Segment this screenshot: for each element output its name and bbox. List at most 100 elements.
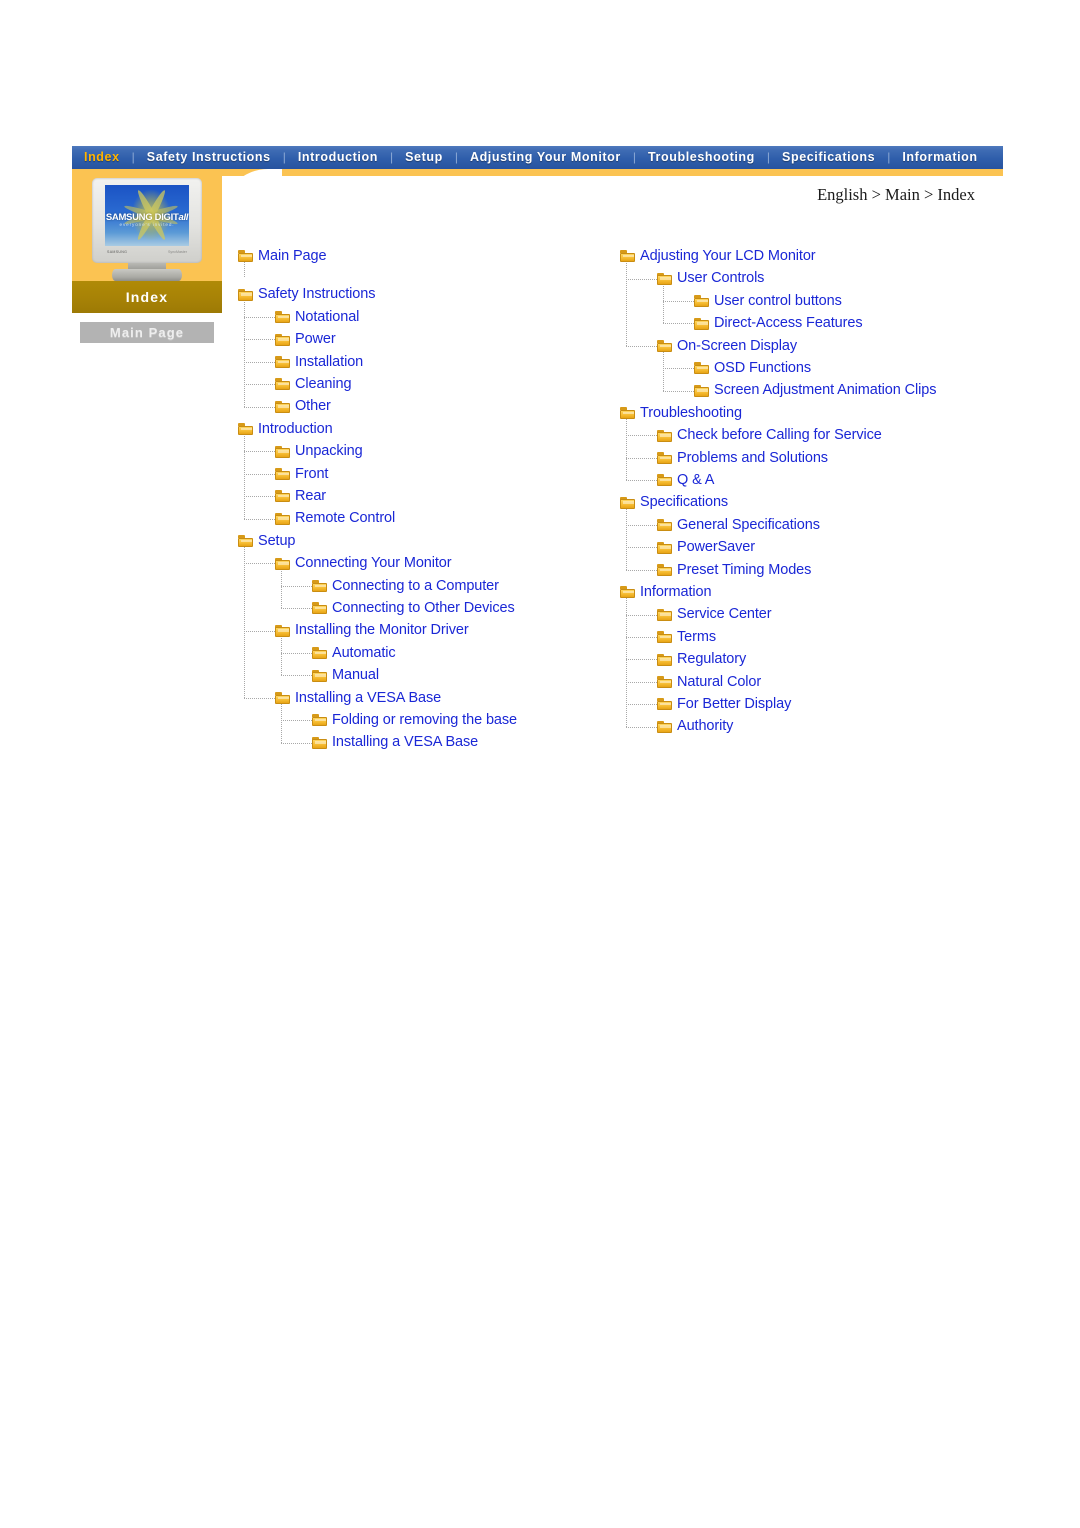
folder-icon <box>275 490 290 503</box>
tree-item[interactable]: Terms <box>620 626 716 648</box>
tree-item[interactable]: Connecting to Other Devices <box>238 597 515 619</box>
tree-item[interactable]: Other <box>238 395 331 417</box>
tree-item[interactable]: Direct-Access Features <box>620 312 863 334</box>
nav-item-specifications[interactable]: Specifications <box>770 146 887 169</box>
tree-item[interactable]: Folding or removing the base <box>238 709 517 731</box>
folder-icon <box>694 317 709 330</box>
tree-item[interactable]: Setup <box>238 530 296 552</box>
monitor-brand-label: SAMSUNG <box>107 250 128 254</box>
nav-item-adjusting-your-monitor[interactable]: Adjusting Your Monitor <box>458 146 633 169</box>
tree-item-label: For Better Display <box>677 696 792 712</box>
monitor-bezel: SAMSUNG DIGITall everyone's invited. SAM… <box>92 178 202 263</box>
sidebar-index-title: Index <box>72 281 222 313</box>
breadcrumb: English > Main > Index <box>817 185 975 204</box>
tree-item-label: Adjusting Your LCD Monitor <box>640 248 816 264</box>
tree-item[interactable]: Notational <box>238 306 359 328</box>
folder-icon <box>312 647 327 660</box>
folder-icon <box>657 519 672 532</box>
folder-icon <box>312 714 327 727</box>
main-page-button[interactable]: Main Page <box>80 322 214 343</box>
tree-item[interactable]: Regulatory <box>620 648 746 670</box>
crt-monitor-icon: SAMSUNG DIGITall everyone's invited. SAM… <box>86 178 208 281</box>
tree-item[interactable]: PowerSaver <box>620 536 755 558</box>
tree-item-label: Installing the Monitor Driver <box>295 622 469 639</box>
folder-icon <box>657 608 672 621</box>
folder-icon <box>657 564 672 577</box>
tree-item[interactable]: Q & A <box>620 469 714 491</box>
tree-item-label: On-Screen Display <box>677 337 797 354</box>
tree-item-label: Power <box>295 331 336 348</box>
folder-icon <box>620 586 635 599</box>
main-navigation-bar: Index | Safety Instructions | Introduction | S… <box>72 146 1003 169</box>
tree-item[interactable]: Introduction <box>238 418 333 440</box>
index-tree-right-column: Adjusting Your LCD Monitor User Controls U… <box>620 245 1020 738</box>
tree-item[interactable]: Manual <box>238 664 379 686</box>
tree-item-label: Connecting Your Monitor <box>295 555 452 572</box>
folder-icon <box>657 676 672 689</box>
tree-item-label: Specifications <box>640 494 729 511</box>
tree-item[interactable]: Natural Color <box>620 671 761 693</box>
tree-item[interactable]: Connecting Your Monitor <box>238 552 452 574</box>
folder-icon <box>657 541 672 554</box>
monitor-model-label: SyncMaster <box>168 250 187 254</box>
folder-icon <box>620 250 635 263</box>
tree-item-label: Information <box>640 584 712 600</box>
tree-item[interactable]: Check before Calling for Service <box>620 424 882 446</box>
tree-item[interactable]: Connecting to a Computer <box>238 575 499 597</box>
folder-icon <box>275 311 290 324</box>
tree-item[interactable]: Front <box>238 463 328 485</box>
tree-item[interactable]: Unpacking <box>238 440 363 462</box>
folder-icon <box>312 580 327 593</box>
tree-item[interactable]: Adjusting Your LCD Monitor <box>620 245 816 267</box>
tree-item-label: Introduction <box>258 420 333 437</box>
tree-item[interactable]: Installing a VESA Base <box>238 687 441 709</box>
tree-item[interactable]: User control buttons <box>620 290 842 312</box>
tree-item[interactable]: Specifications <box>620 491 728 513</box>
tree-item[interactable]: Authority <box>620 715 733 737</box>
tree-item[interactable]: Rear <box>238 485 326 507</box>
folder-icon <box>657 653 672 666</box>
nav-item-troubleshooting[interactable]: Troubleshooting <box>636 146 767 169</box>
tree-item[interactable]: Cleaning <box>238 373 352 395</box>
folder-icon <box>275 378 290 391</box>
nav-item-safety-instructions[interactable]: Safety Instructions <box>135 146 283 169</box>
folder-icon <box>657 452 672 465</box>
folder-icon <box>238 535 253 548</box>
tree-item-label: Installing a VESA Base <box>332 734 479 751</box>
nav-item-information[interactable]: Information <box>890 146 989 169</box>
tree-item[interactable]: User Controls <box>620 267 764 289</box>
tree-item[interactable]: Installation <box>238 351 363 373</box>
samsung-tagline: everyone's invited. <box>119 222 175 227</box>
nav-item-index[interactable]: Index <box>72 146 132 169</box>
tree-item[interactable]: General Specifications <box>620 514 820 536</box>
nav-item-setup[interactable]: Setup <box>393 146 455 169</box>
tree-item[interactable]: Power <box>238 328 336 350</box>
tree-item-label: Other <box>295 398 331 415</box>
nav-item-introduction[interactable]: Introduction <box>286 146 390 169</box>
tree-item[interactable]: Automatic <box>238 642 396 664</box>
tree-item[interactable]: Information <box>620 581 712 603</box>
tree-item[interactable]: OSD Functions <box>620 357 811 379</box>
tree-item[interactable]: Safety Instructions <box>238 283 375 305</box>
tree-item[interactable]: Problems and Solutions <box>620 447 828 469</box>
tree-item[interactable]: Troubleshooting <box>620 402 742 424</box>
tree-item-label: PowerSaver <box>677 539 755 556</box>
tree-item[interactable]: Screen Adjustment Animation Clips <box>620 379 936 401</box>
tree-item[interactable]: Installing the Monitor Driver <box>238 619 469 641</box>
tree-item-label: User Controls <box>677 270 765 287</box>
folder-icon <box>694 295 709 308</box>
tree-item[interactable]: For Better Display <box>620 693 791 715</box>
tree-item[interactable]: On-Screen Display <box>620 335 797 357</box>
tree-item[interactable]: Service Center <box>620 603 772 625</box>
folder-icon <box>312 736 327 749</box>
tree-item-label: Unpacking <box>295 443 363 460</box>
folder-icon <box>275 557 290 570</box>
tree-item[interactable]: Installing a VESA Base <box>238 731 478 753</box>
tree-item[interactable]: Remote Control <box>238 507 395 529</box>
index-tree-left-column: Main Page Safety Instructions Notational Po… <box>238 245 598 754</box>
tree-item[interactable]: Preset Timing Modes <box>620 559 811 581</box>
tree-item-label: Service Center <box>677 606 772 623</box>
tree-item[interactable]: Main Page <box>238 245 327 267</box>
tree-item-label: Connecting to a Computer <box>332 577 499 594</box>
tree-item-label: Remote Control <box>295 510 396 527</box>
